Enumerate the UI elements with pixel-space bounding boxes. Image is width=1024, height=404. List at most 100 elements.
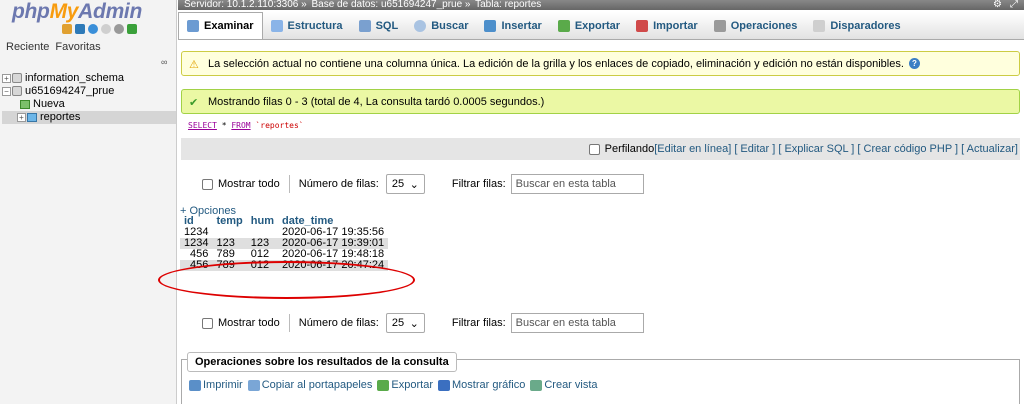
divider <box>288 314 290 332</box>
home-icon[interactable] <box>62 24 72 34</box>
rows-select[interactable]: 25 ⌄ <box>385 313 425 333</box>
collapse-icon[interactable]: − <box>2 86 11 96</box>
link-icon[interactable]: ∞ <box>161 57 167 67</box>
operations-title: Operaciones sobre los resultados de la c… <box>187 352 457 372</box>
collapse-icon[interactable]: ⤢ <box>1010 0 1018 10</box>
profiling-bar: Perfilando [Editar en línea] [ Editar ] … <box>181 138 1020 160</box>
breadcrumb-server[interactable]: Servidor: 10.1.2.110:3306 » <box>184 0 307 10</box>
help-icon[interactable]: ? <box>908 58 920 69</box>
tree-item-u651694247-prue[interactable]: − u651694247_prue <box>2 85 176 98</box>
success-text: Mostrando filas 0 - 3 (total de 4, La co… <box>208 95 545 108</box>
success-message: ✔ Mostrando filas 0 - 3 (total de 4, La … <box>181 89 1020 114</box>
tree-item-label: u651694247_prue <box>25 85 115 97</box>
print-icon <box>189 379 201 391</box>
export-icon <box>377 379 390 391</box>
tree-item-nueva[interactable]: Nueva <box>2 98 176 111</box>
docs-icon[interactable] <box>101 24 111 34</box>
bottom-navigation-row: Mostrar todo Número de filas: 25 ⌄ Filtra… <box>202 312 644 334</box>
sql-icon <box>358 19 371 32</box>
filter-input[interactable]: Buscar en esta tabla <box>510 313 644 333</box>
database-icon <box>12 73 22 84</box>
rows-label: Número de filas: <box>298 178 379 190</box>
sql-text: * <box>216 121 232 130</box>
logo-part-admin: Admin <box>78 0 142 23</box>
link-label: Copiar al portapapeles <box>261 379 373 391</box>
logout-icon[interactable] <box>75 24 85 34</box>
warning-text: La selección actual no contiene una colu… <box>208 57 904 70</box>
help-icon[interactable] <box>88 24 98 34</box>
sql-query-display[interactable]: SELECT * FROM `reportes` <box>181 116 1020 138</box>
show-all-label: Mostrar todo <box>218 317 280 329</box>
expand-icon[interactable]: + <box>2 73 11 83</box>
tab-importar[interactable]: Importar <box>628 12 706 39</box>
sql-table-name: `reportes` <box>250 121 304 130</box>
link-label: Exportar <box>391 379 433 391</box>
breadcrumb-table[interactable]: Tabla: reportes <box>475 0 541 10</box>
phpmyadmin-window: phpMyAdmin Reciente Favoritas ∞ + informa… <box>0 0 1024 404</box>
sql-keyword-select[interactable]: SELECT <box>188 121 217 130</box>
query-results-operations: Operaciones sobre los resultados de la c… <box>181 352 1020 404</box>
tab-sql[interactable]: SQL <box>351 12 407 39</box>
expand-icon[interactable]: + <box>17 112 26 122</box>
filter-input[interactable]: Buscar en esta tabla <box>510 174 644 194</box>
breadcrumb-database[interactable]: Base de datos: u651694247_prue » <box>311 0 470 10</box>
database-tree: + information_schema − u651694247_prue Nue… <box>2 72 176 124</box>
tab-disparadores[interactable]: Disparadores <box>805 12 908 39</box>
tab-label: Estructura <box>287 19 343 32</box>
tree-item-reportes[interactable]: + reportes <box>2 111 176 124</box>
clipboard-icon <box>247 379 260 391</box>
divider <box>288 175 290 193</box>
sql-keyword-from[interactable]: FROM <box>231 121 250 130</box>
tab-exportar[interactable]: Exportar <box>550 12 628 39</box>
tree-item-information-schema[interactable]: + information_schema <box>2 72 176 85</box>
rows-select-value: 25 <box>391 317 405 329</box>
tab-label: SQL <box>375 19 399 32</box>
insert-icon <box>484 19 497 32</box>
gear-icon[interactable]: ⚙ <box>993 0 1002 10</box>
database-icon <box>12 86 22 97</box>
rows-select-value: 25 <box>391 178 405 190</box>
tab-label: Insertar <box>501 19 542 32</box>
filter-label: Filtrar filas: <box>451 317 506 329</box>
view-icon <box>530 379 543 391</box>
tab-recent[interactable]: Reciente <box>4 41 51 53</box>
query-action-links[interactable]: [Editar en línea] [ Editar ] [ Explicar … <box>654 143 1018 155</box>
tree-item-label: Nueva <box>33 98 65 110</box>
search-icon <box>414 19 427 32</box>
export-icon <box>557 19 570 32</box>
tab-favorites[interactable]: Favoritas <box>53 41 102 53</box>
settings-icon[interactable] <box>114 24 124 34</box>
tab-label: Operaciones <box>730 19 798 32</box>
tab-operaciones[interactable]: Operaciones <box>706 12 806 39</box>
show-all-label: Mostrar todo <box>218 178 280 190</box>
copy-clipboard-link[interactable]: Copiar al portapapeles <box>247 379 373 391</box>
logo-part-php: php <box>12 0 50 23</box>
main-content: ⚠ La selección actual no contiene una co… <box>158 41 1024 404</box>
tab-label: Exportar <box>574 19 621 32</box>
profiling-label: Perfilando <box>604 143 655 155</box>
show-chart-link[interactable]: Mostrar gráfico <box>437 379 525 391</box>
column-header-hum[interactable]: hum <box>247 216 278 227</box>
export-link[interactable]: Exportar <box>377 379 433 391</box>
triggers-icon <box>813 19 826 32</box>
show-all-checkbox[interactable] <box>202 178 213 190</box>
profiling-checkbox[interactable] <box>588 143 600 155</box>
warning-message: ⚠ La selección actual no contiene una co… <box>181 51 1020 76</box>
new-table-icon <box>20 99 30 109</box>
print-link[interactable]: Imprimir <box>189 379 243 391</box>
reload-icon[interactable] <box>127 24 137 34</box>
tab-estructura[interactable]: Estructura <box>263 12 351 39</box>
tab-examinar[interactable]: Examinar <box>178 12 263 39</box>
logo-part-my: My <box>49 0 79 23</box>
tab-label: Importar <box>653 19 698 32</box>
show-all-checkbox[interactable] <box>202 317 213 329</box>
column-header-temp[interactable]: temp <box>212 216 246 227</box>
rows-select[interactable]: 25 ⌄ <box>385 174 425 194</box>
top-navigation-row: Mostrar todo Número de filas: 25 ⌄ Filtra… <box>202 173 644 195</box>
checkmark-icon: ✔ <box>189 97 199 109</box>
tab-buscar[interactable]: Buscar <box>406 12 476 39</box>
create-view-link[interactable]: Crear vista <box>530 379 598 391</box>
phpmyadmin-logo[interactable]: phpMyAdmin <box>12 0 142 24</box>
operations-links: Imprimir Copiar al portapapeles Exportar… <box>189 379 601 391</box>
tab-insertar[interactable]: Insertar <box>476 12 549 39</box>
